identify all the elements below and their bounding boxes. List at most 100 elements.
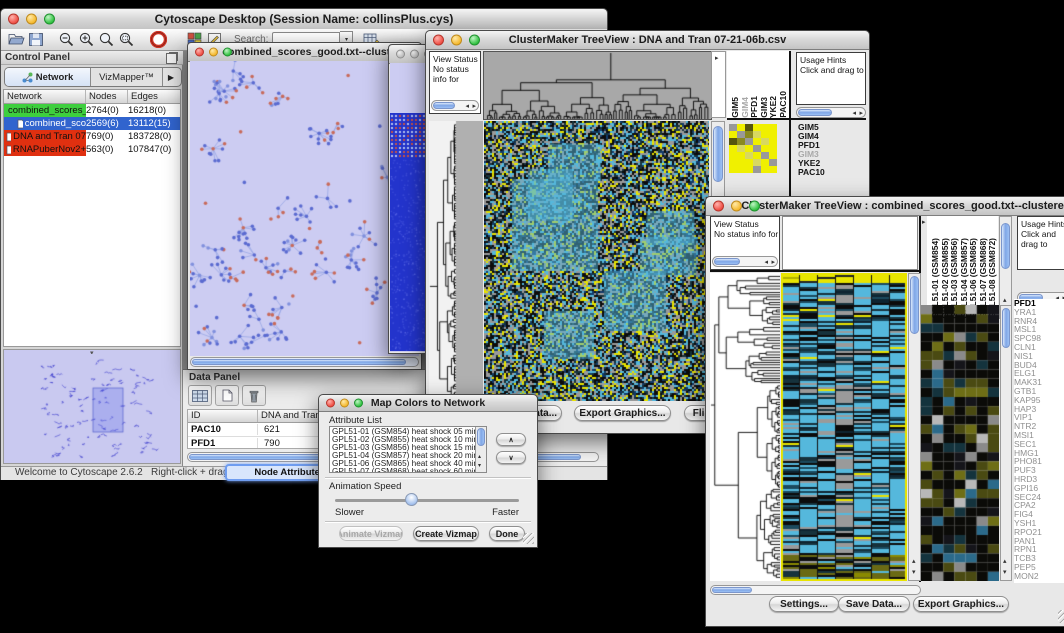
network-list-row[interactable]: combined_scores_2764(0)16218(0) (4, 104, 180, 117)
column-label[interactable]: GIM3 (759, 97, 769, 118)
gene-label[interactable]: MON2 (1014, 572, 1064, 581)
gene-label[interactable]: TCB3 (1014, 554, 1064, 563)
tv2-heatmap[interactable] (781, 273, 907, 581)
gene-label[interactable]: CLN1 (1014, 343, 1064, 352)
tv2-status-scrollbar[interactable]: ◂ ▸ (712, 256, 778, 267)
splitter-arrow-icon[interactable]: ▸ (715, 55, 719, 62)
gene-label[interactable]: RNR4 (1014, 317, 1064, 326)
gene-label[interactable]: SPC98 (1014, 334, 1064, 343)
zoom-fit-icon[interactable] (96, 31, 116, 49)
gene-label[interactable]: RPN1 (1014, 545, 1064, 554)
minimize-icon[interactable] (451, 35, 462, 46)
scroll-down-icon[interactable]: ▾ (912, 569, 916, 576)
window-controls[interactable] (8, 14, 55, 25)
tab-vizmapper[interactable]: VizMapper™ (91, 68, 163, 86)
minimize-icon[interactable] (209, 48, 218, 57)
tv2-col-labels-vscrollbar[interactable]: ▴ ▾ (999, 216, 1012, 319)
gene-label[interactable]: HAP3 (1014, 405, 1064, 414)
splitter-arrow-icon[interactable]: ▸ (922, 219, 926, 226)
scroll-up-icon[interactable]: ▴ (912, 558, 916, 565)
main-titlebar[interactable]: Cytoscape Desktop (Session Name: collins… (1, 9, 607, 30)
save-data-button[interactable]: Save Data... (838, 596, 910, 612)
tab-overflow[interactable]: ▶ (163, 68, 179, 86)
move-up-button[interactable]: ∧ (496, 433, 526, 446)
scroll-up-icon[interactable]: ▴ (1003, 297, 1007, 304)
tv2-row-dendrogram[interactable] (710, 273, 780, 581)
zoom-window-icon[interactable] (749, 201, 760, 212)
tv1-column-dendrogram[interactable] (483, 51, 712, 120)
gene-label[interactable]: BUD4 (1014, 361, 1064, 370)
tv2-detail-heatmap[interactable] (921, 305, 999, 581)
treeview2-titlebar[interactable]: ClusterMaker TreeView : combined_scores_… (706, 197, 1064, 216)
scroll-down-icon[interactable]: ▾ (478, 462, 481, 469)
zoom-window-icon[interactable] (354, 399, 363, 408)
resize-grip[interactable] (1058, 610, 1064, 623)
network-list-row[interactable]: DNA and Tran 07769(0)183728(0) (4, 130, 180, 143)
close-icon[interactable] (195, 48, 204, 57)
close-icon[interactable] (433, 35, 444, 46)
create-vizmap-button[interactable]: Create Vizmap (413, 526, 479, 541)
close-icon[interactable] (8, 14, 19, 25)
scroll-right-icon[interactable]: ▸ (472, 103, 476, 110)
row-label[interactable]: PAC10 (798, 168, 864, 177)
close-icon[interactable] (326, 399, 335, 408)
export-graphics-button[interactable]: Export Graphics... (913, 596, 1009, 612)
gene-label[interactable]: FIG4 (1014, 510, 1064, 519)
gene-label[interactable]: RPO21 (1014, 528, 1064, 537)
gene-label[interactable]: PFD1 (1014, 299, 1064, 308)
gene-label[interactable]: ELG1 (1014, 369, 1064, 378)
tv2-heatmap-vscrollbar[interactable]: ▴ ▾ (908, 273, 921, 581)
scroll-left-icon[interactable]: ◂ (465, 103, 469, 110)
gene-label[interactable]: MAK31 (1014, 378, 1064, 387)
gene-label[interactable]: HRD3 (1014, 475, 1064, 484)
animation-speed-slider[interactable] (335, 499, 519, 502)
treeview1-titlebar[interactable]: ClusterMaker TreeView : DNA and Tran 07-… (426, 31, 869, 50)
network-canvas[interactable] (190, 61, 419, 356)
zoom-window-icon[interactable] (44, 14, 55, 25)
column-label[interactable]: PFD1 (749, 96, 759, 118)
move-down-button[interactable]: ∨ (496, 451, 526, 464)
tv1-status-scrollbar[interactable]: ◂ ▸ (431, 100, 479, 111)
tv1-summary-heatmap[interactable] (729, 124, 777, 173)
new-attribute-icon[interactable] (215, 385, 239, 406)
tv1-usage-scrollbar[interactable]: ◂ ▸ (796, 107, 866, 118)
gene-label[interactable]: SEC24 (1014, 493, 1064, 502)
zoom-selected-icon[interactable] (116, 31, 136, 49)
dna-window-titlebar[interactable] (389, 45, 427, 64)
gene-label[interactable]: NTR2 (1014, 422, 1064, 431)
animate-vizmap-button[interactable]: Animate Vizmap (339, 526, 403, 541)
attribute-list[interactable]: GPL51-01 (GSM854) heat shock 05 minGPL51… (329, 426, 487, 473)
attribute-item[interactable]: GPL51-07 (GSM868) heat shock 60 min (332, 468, 474, 473)
gene-label[interactable]: NIS1 (1014, 352, 1064, 361)
gene-label[interactable]: SEC1 (1014, 440, 1064, 449)
slider-thumb[interactable] (405, 493, 418, 506)
zoom-out-icon[interactable] (56, 31, 76, 49)
gene-label[interactable]: YRA1 (1014, 308, 1064, 317)
delete-attribute-icon[interactable] (242, 385, 266, 406)
scroll-down-icon[interactable]: ▾ (1003, 569, 1007, 576)
save-icon[interactable] (26, 31, 46, 49)
open-icon[interactable] (6, 31, 26, 49)
network-view-titlebar[interactable]: combined_scores_good.txt--cluste... (188, 43, 421, 62)
network-list-row[interactable]: RNAPuberNov2+563(0)107847(0) (4, 143, 180, 156)
network-overview[interactable]: ▾ (3, 349, 181, 464)
scroll-left-icon[interactable]: ◂ (764, 259, 768, 266)
column-label[interactable]: PAC10 (778, 91, 788, 118)
gene-label[interactable]: YSH1 (1014, 519, 1064, 528)
gene-label[interactable]: PUF3 (1014, 466, 1064, 475)
tab-network[interactable]: Network (5, 68, 91, 86)
scroll-right-icon[interactable]: ▸ (859, 110, 863, 117)
minimize-icon[interactable] (26, 14, 37, 25)
close-icon[interactable] (713, 201, 724, 212)
column-label[interactable]: GIM4 (740, 97, 750, 118)
settings-button[interactable]: Settings... (769, 596, 839, 612)
overview-canvas[interactable] (5, 354, 179, 462)
column-label[interactable]: GIM5 (730, 97, 740, 118)
float-panel-icon[interactable] (166, 53, 177, 64)
tv2-detail-vscrollbar[interactable]: ▴ ▾ (1000, 305, 1012, 581)
zoom-window-icon[interactable] (469, 35, 480, 46)
close-icon[interactable] (396, 50, 405, 59)
export-graphics-button[interactable]: Export Graphics... (574, 405, 671, 421)
done-button[interactable]: Done (489, 526, 525, 541)
gene-label[interactable]: HMG1 (1014, 449, 1064, 458)
